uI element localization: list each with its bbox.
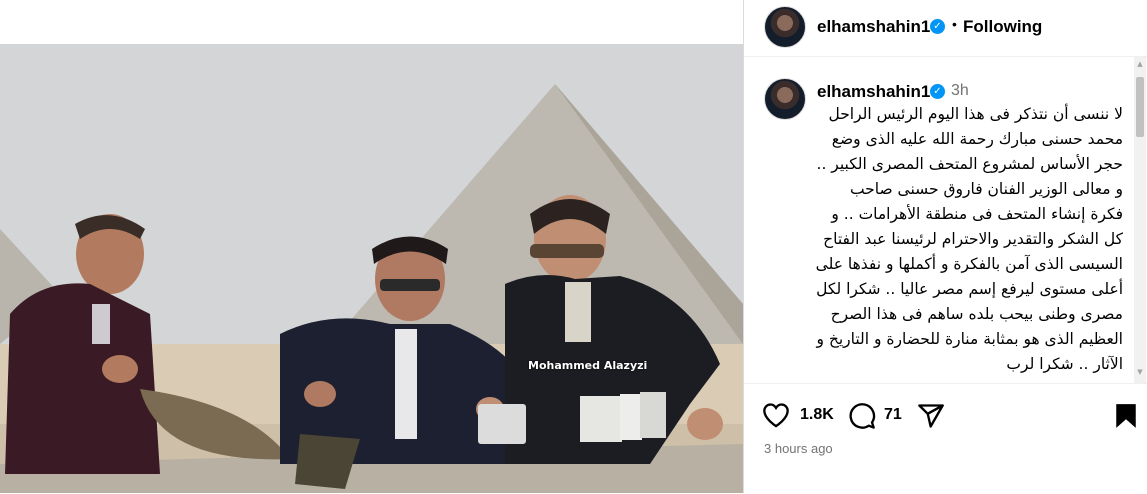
caption-timestamp[interactable]: 3h — [951, 82, 969, 100]
caption-scrollbar[interactable]: ▲ ▼ — [1134, 57, 1146, 383]
caption-area[interactable]: elhamshahin1 ✓ 3h لا ننسى أن نتذكر فى هذ… — [744, 57, 1147, 383]
post-date[interactable]: 3 hours ago — [764, 441, 833, 456]
caption-avatar[interactable] — [764, 78, 806, 120]
separator-dot: • — [952, 16, 957, 32]
caption-username-link[interactable]: elhamshahin1 — [817, 82, 930, 102]
scroll-up-arrow-icon[interactable]: ▲ — [1136, 60, 1144, 68]
avatar[interactable] — [764, 6, 806, 48]
scrollbar-thumb[interactable] — [1136, 77, 1144, 137]
photo-illustration — [0, 44, 743, 493]
comments-count[interactable]: 71 — [884, 406, 902, 424]
photo-watermark: Mohammed Alazyzi — [528, 359, 648, 372]
heart-icon[interactable] — [762, 402, 790, 432]
verified-badge-icon: ✓ — [930, 19, 945, 34]
paper-plane-icon[interactable] — [917, 402, 945, 434]
post-detail-panel: elhamshahin1 ✓ • Following elhamshahin1 … — [743, 0, 1147, 494]
bookmark-icon[interactable] — [1115, 403, 1137, 433]
post-header: elhamshahin1 ✓ • Following — [744, 0, 1147, 57]
post-photo[interactable]: Mohammed Alazyzi — [0, 44, 743, 493]
following-button[interactable]: Following — [963, 17, 1042, 37]
verified-badge-icon: ✓ — [930, 84, 945, 99]
caption-text: لا ننسى أن نتذكر فى هذا اليوم الرئيس الر… — [815, 105, 1123, 373]
likes-count[interactable]: 1.8K — [800, 406, 834, 424]
header-username-link[interactable]: elhamshahin1 — [817, 17, 930, 37]
post-media[interactable]: Mohammed Alazyzi — [0, 0, 743, 493]
scroll-down-arrow-icon[interactable]: ▼ — [1136, 368, 1144, 376]
post-actions-bar: 1.8K 71 3 hours ago — [744, 383, 1147, 494]
comment-bubble-icon[interactable] — [848, 402, 876, 434]
